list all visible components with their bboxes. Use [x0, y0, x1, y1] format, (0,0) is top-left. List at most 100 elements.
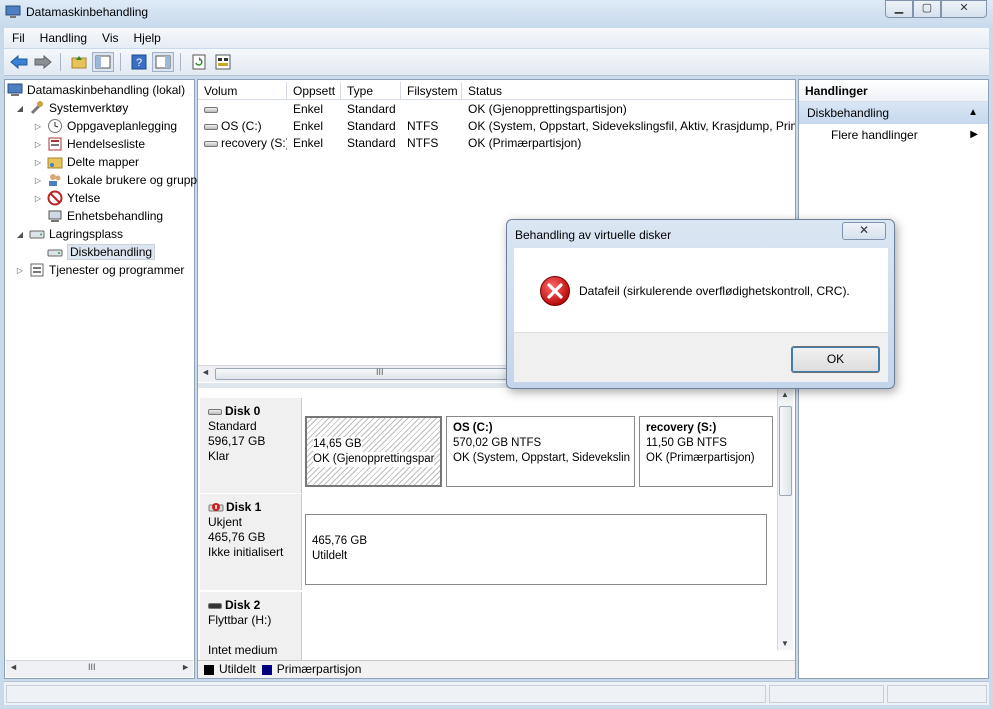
expand-icon[interactable]: ▷ — [15, 266, 25, 275]
drive-icon — [204, 123, 218, 130]
tree-item-shared-folders[interactable]: ▷ Delte mapper — [33, 153, 139, 171]
collapse-icon[interactable]: ◢ — [15, 230, 25, 239]
properties-button[interactable] — [212, 52, 234, 72]
dialog-message: Datafeil (sirkulerende overflødighetskon… — [579, 284, 850, 298]
tree-item-system-tools[interactable]: ◢ Systemverktøy — [15, 99, 128, 117]
tree-item-event-viewer[interactable]: ▷ Hendelsesliste — [33, 135, 145, 153]
tree-item-label: Oppgaveplanlegging — [67, 119, 178, 133]
partition-unallocated[interactable]: 465,76 GB Utildelt — [305, 514, 767, 585]
tree-item-device-manager[interactable]: Enhetsbehandling — [47, 207, 163, 225]
users-icon — [49, 174, 61, 186]
tree-item-label: Ytelse — [67, 191, 101, 205]
menu-view[interactable]: Vis — [94, 31, 125, 45]
show-hide-tree-button[interactable] — [92, 52, 114, 72]
scroll-up-arrow-icon[interactable]: ▲ — [781, 390, 789, 399]
storage-icon — [29, 230, 45, 239]
menu-action[interactable]: Handling — [32, 31, 94, 45]
tree-item-label: Lagringsplass — [49, 227, 124, 241]
status-bar — [4, 681, 989, 705]
volume-layout: Enkel — [293, 102, 324, 116]
close-button[interactable]: ✕ — [941, 0, 987, 18]
expand-icon[interactable]: ▷ — [33, 194, 43, 203]
partition-recovery-s[interactable]: recovery (S:) 11,50 GB NTFS OK (Primærpa… — [639, 416, 773, 487]
actions-group-label: Diskbehandling — [807, 106, 890, 120]
column-header-filesystem[interactable]: Filsystem — [401, 82, 462, 99]
disk-2-label[interactable]: Disk 2 Flyttbar (H:) Intet medium — [200, 592, 302, 662]
collapse-icon[interactable]: ◢ — [15, 104, 25, 113]
scroll-left-arrow-icon[interactable]: ◄ — [201, 367, 210, 377]
column-header-volume[interactable]: Volum — [198, 82, 287, 99]
device-manager-icon — [48, 210, 62, 222]
disk-size: 465,76 GB — [208, 530, 266, 544]
scroll-down-arrow-icon[interactable]: ▼ — [781, 639, 789, 648]
collapse-up-icon[interactable]: ▲ — [968, 102, 978, 124]
up-folder-button[interactable] — [68, 52, 90, 72]
minimize-button[interactable]: ▁ — [885, 0, 913, 18]
help-button[interactable]: ? — [128, 52, 150, 72]
status-panel — [769, 685, 884, 703]
vertical-scrollbar[interactable]: ▲ ▼ — [777, 388, 793, 650]
tree-item-performance[interactable]: ▷ Ytelse — [33, 189, 100, 207]
toolbar-separator — [60, 53, 66, 71]
disk-error-icon — [208, 503, 224, 512]
computer-management-icon — [7, 83, 23, 96]
column-header-status[interactable]: Status — [462, 82, 795, 99]
tree-item-task-scheduler[interactable]: ▷ Oppgaveplanlegging — [33, 117, 177, 135]
menu-file[interactable]: Fil — [4, 31, 32, 45]
dialog-close-button[interactable]: ✕ — [842, 222, 886, 240]
drive-icon — [204, 140, 218, 147]
maximize-button[interactable]: ▢ — [913, 0, 941, 18]
horizontal-scrollbar[interactable]: ◄ III ► — [6, 660, 193, 677]
volume-type: Standard — [347, 119, 396, 133]
menu-help[interactable]: Hjelp — [126, 31, 168, 45]
tree-item-label: Tjenester og programmer — [49, 263, 185, 277]
actions-header: Handlinger — [799, 80, 988, 102]
refresh-button[interactable] — [188, 52, 210, 72]
tree-item-disk-management[interactable]: Diskbehandling — [47, 243, 156, 261]
expand-icon[interactable]: ▷ — [33, 158, 43, 167]
disk-0-label[interactable]: Disk 0 Standard 596,17 GB Klar — [200, 398, 302, 493]
forward-button[interactable] — [32, 52, 54, 72]
table-row[interactable]: Enkel Standard OK (Gjenopprettingspartis… — [198, 101, 795, 118]
table-row[interactable]: recovery (S:) Enkel Standard NTFS OK (Pr… — [198, 135, 795, 152]
clock-icon — [48, 119, 62, 133]
volume-layout: Enkel — [293, 119, 324, 133]
partition-name: recovery (S:) — [646, 422, 717, 434]
scroll-grip-icon[interactable]: III — [88, 662, 96, 672]
console-tree-icon — [95, 55, 111, 69]
tree-item-root[interactable]: Datamaskinbehandling (lokal) — [7, 81, 185, 99]
action-more-actions[interactable]: Flere handlinger ▶ — [799, 124, 988, 146]
disk-management-icon — [47, 249, 63, 257]
expand-icon[interactable]: ▷ — [33, 176, 43, 185]
partition-status: Utildelt — [312, 550, 348, 562]
expand-icon[interactable]: ▷ — [33, 122, 43, 131]
no-entry-icon — [47, 190, 63, 206]
column-header-layout[interactable]: Oppsett — [287, 82, 341, 99]
expand-icon[interactable]: ▷ — [33, 140, 43, 149]
partition-recovery-unnamed[interactable]: 14,65 GB OK (Gjenopprettingspar — [305, 416, 442, 487]
volume-name: OS (C:) — [221, 119, 262, 133]
scroll-left-arrow-icon[interactable]: ◄ — [9, 662, 18, 672]
ok-button[interactable]: OK — [791, 346, 880, 373]
disk-size: 596,17 GB — [208, 434, 266, 448]
action-pane-icon — [155, 55, 171, 69]
disk-1-label[interactable]: Disk 1 Ukjent 465,76 GB Ikke initialiser… — [200, 494, 302, 590]
scroll-thumb[interactable] — [779, 406, 792, 496]
tree-item-services[interactable]: ▷ Tjenester og programmer — [15, 261, 184, 279]
scroll-right-arrow-icon[interactable]: ► — [181, 662, 190, 672]
tree-item-label: Delte mapper — [67, 155, 140, 169]
partition-name: OS (C:) — [453, 422, 493, 434]
tree-item-local-users[interactable]: ▷ Lokale brukere og grupp — [33, 171, 197, 189]
event-log-icon — [48, 137, 62, 151]
show-action-pane-button[interactable] — [152, 52, 174, 72]
actions-group-disk-management[interactable]: Diskbehandling ▲ — [799, 102, 988, 124]
scroll-grip-icon[interactable]: III — [376, 367, 384, 377]
column-header-type[interactable]: Type — [341, 82, 401, 99]
tree-item-storage[interactable]: ◢ Lagringsplass — [15, 225, 123, 243]
back-button[interactable] — [8, 52, 30, 72]
table-row[interactable]: OS (C:) Enkel Standard NTFS OK (System, … — [198, 118, 795, 135]
partition-size: 570,02 GB NTFS — [453, 437, 542, 449]
drive-icon — [204, 106, 218, 113]
volume-status: OK (System, Oppstart, Sidevekslingsfil, … — [468, 119, 795, 133]
partition-os-c[interactable]: OS (C:) 570,02 GB NTFS OK (System, Oppst… — [446, 416, 635, 487]
